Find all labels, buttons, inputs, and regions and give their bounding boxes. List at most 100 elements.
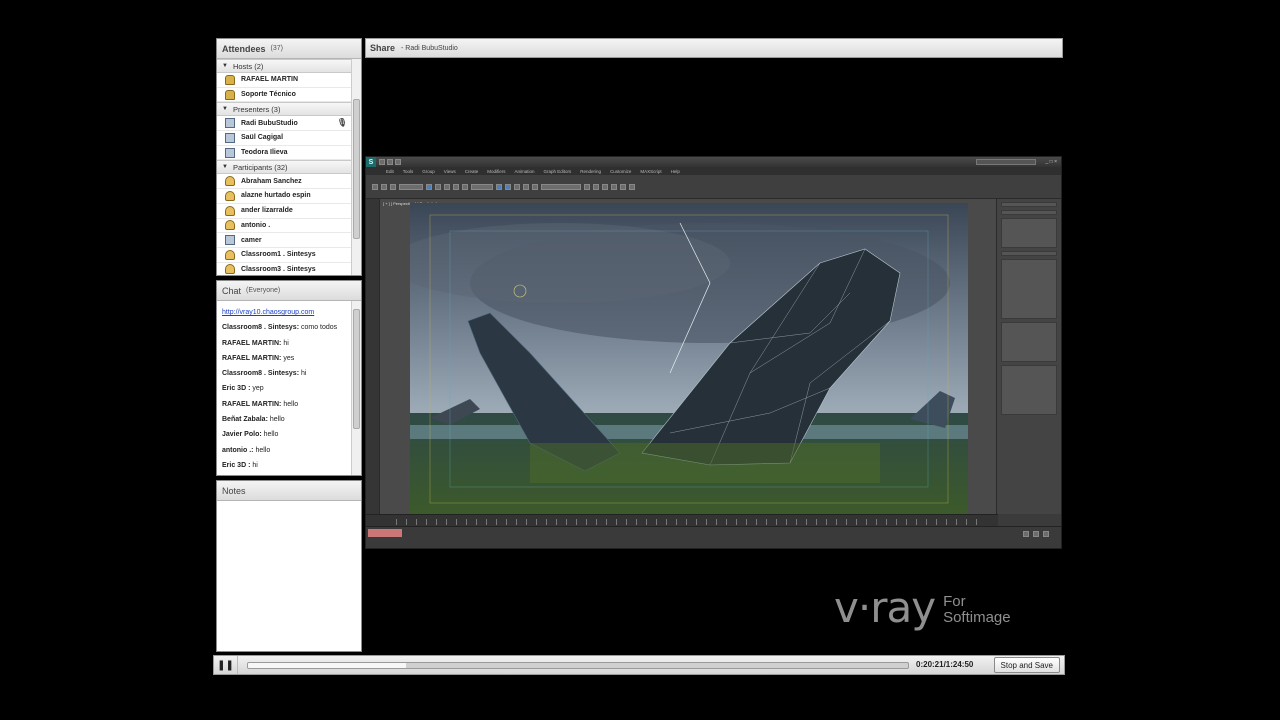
attendee-item[interactable]: Classroom3 . Sintesys: [217, 263, 351, 275]
quick-access-icon[interactable]: [395, 159, 401, 165]
collapse-triangle-icon[interactable]: ▼: [222, 63, 228, 69]
vray-brand: v·ray: [834, 583, 936, 632]
select-region-icon[interactable]: [435, 183, 441, 190]
parameters-rollout[interactable]: [1001, 259, 1057, 319]
chat-scrollbar[interactable]: [351, 301, 361, 475]
scrollbar-thumb[interactable]: [353, 99, 360, 239]
chat-message: RAFAEL MARTIN: hello: [222, 397, 346, 412]
notes-area[interactable]: [217, 501, 361, 651]
move-icon[interactable]: [444, 183, 450, 190]
teapot-icon[interactable]: [629, 183, 635, 190]
rotate-icon[interactable]: [453, 183, 459, 190]
select-icon[interactable]: [426, 183, 432, 190]
mirror-icon[interactable]: [523, 183, 529, 190]
render-frame-icon[interactable]: [602, 183, 608, 190]
chat-scope[interactable]: (Everyone): [246, 287, 280, 294]
quick-access-icon[interactable]: [379, 159, 385, 165]
vray-tagline-line1: For: [943, 593, 966, 611]
menu-item[interactable]: Views: [444, 169, 456, 174]
render-setup-icon[interactable]: [593, 183, 599, 190]
attendee-item[interactable]: Classroom1 . Sintesys: [217, 248, 351, 263]
menu-item[interactable]: Edit: [386, 169, 394, 174]
attendee-item[interactable]: Teodora Ilieva: [217, 146, 351, 161]
pause-button[interactable]: ❚❚: [214, 656, 238, 674]
attendee-name: Saül Cagigal: [241, 134, 284, 142]
attendees-scrollbar[interactable]: [351, 59, 361, 275]
host-icon: [225, 89, 235, 100]
notes-header: Notes: [217, 481, 361, 501]
reference-coordinate-dropdown[interactable]: [471, 183, 493, 190]
attendee-item[interactable]: ander lizarralde: [217, 204, 351, 219]
chat-sender: Eric 3D :: [222, 461, 251, 469]
selection-filter-dropdown[interactable]: [399, 183, 423, 190]
align-icon[interactable]: [532, 183, 538, 190]
cp-object-name[interactable]: [1001, 210, 1057, 215]
redo-icon[interactable]: [381, 183, 387, 190]
quick-access-icon[interactable]: [387, 159, 393, 165]
menu-item[interactable]: Tools: [403, 169, 414, 174]
collapse-triangle-icon[interactable]: ▼: [222, 164, 228, 170]
angle-snap-icon[interactable]: [505, 183, 511, 190]
menu-item[interactable]: Group: [422, 169, 435, 174]
parameters-rollout[interactable]: [1001, 365, 1057, 415]
attendee-item[interactable]: Abraham Sanchez: [217, 174, 351, 190]
material-editor-icon[interactable]: [584, 183, 590, 190]
chat-link[interactable]: http://vray10.chaosgroup.com: [222, 309, 314, 316]
attendee-name: alazne hurtado espin: [241, 192, 311, 200]
chat-text: yes: [281, 354, 295, 362]
playback-bar: ❚❚ 0:20:21/1:24:50 Stop and Save: [213, 655, 1065, 675]
cp-stack-tools[interactable]: [1001, 251, 1057, 256]
app-logo-icon[interactable]: S: [366, 157, 376, 167]
presenter-icon: [225, 118, 235, 129]
viewport-nav-icon[interactable]: [1023, 531, 1029, 537]
shared-screen-3dsmax: S _ □ × Edit Tools Group Views Create Mo…: [365, 156, 1062, 549]
menu-item[interactable]: MAXScript: [640, 169, 661, 174]
maxscript-listener[interactable]: [368, 529, 402, 537]
menu-item[interactable]: Customize: [610, 169, 631, 174]
playback-progress[interactable]: [247, 662, 909, 669]
modifier-stack[interactable]: [1001, 218, 1057, 248]
snap-icon[interactable]: [496, 183, 502, 190]
notes-panel: Notes: [216, 480, 362, 652]
time-slider[interactable]: [366, 514, 998, 526]
undo-icon[interactable]: [372, 183, 378, 190]
attendee-item[interactable]: Radi BubuStudio 🎙: [217, 116, 351, 132]
parameters-rollout[interactable]: [1001, 322, 1057, 362]
attendee-item[interactable]: antonio .: [217, 219, 351, 234]
group-participants[interactable]: ▼ Participants (32): [217, 160, 351, 175]
percent-snap-icon[interactable]: [514, 183, 520, 190]
attendee-item[interactable]: camer: [217, 233, 351, 248]
vray-tagline: For Softimage: [943, 594, 1011, 626]
menu-item[interactable]: Modifiers: [487, 169, 505, 174]
teapot-icon[interactable]: [620, 183, 626, 190]
viewport-nav-icon[interactable]: [1033, 531, 1039, 537]
viewport-nav-icon[interactable]: [1043, 531, 1049, 537]
attendee-item[interactable]: RAFAEL MARTIN: [217, 73, 351, 88]
menu-item[interactable]: Animation: [515, 169, 535, 174]
scrollbar-thumb[interactable]: [353, 309, 360, 429]
menu-item[interactable]: Rendering: [580, 169, 601, 174]
window-controls-icon[interactable]: _ □ ×: [1046, 159, 1058, 165]
max-main-toolbar: [366, 175, 1061, 199]
attendee-item[interactable]: alazne hurtado espin: [217, 189, 351, 204]
cp-tabs[interactable]: [1001, 202, 1057, 207]
search-field[interactable]: [975, 159, 1036, 165]
link-icon[interactable]: [390, 183, 396, 190]
scale-icon[interactable]: [462, 183, 468, 190]
menu-item[interactable]: Help: [671, 169, 680, 174]
attendees-title: Attendees: [222, 43, 266, 54]
group-presenters[interactable]: ▼ Presenters (3): [217, 102, 351, 117]
render-icon[interactable]: [611, 183, 617, 190]
perspective-viewport[interactable]: [ + ] [ Perspective ] [ Realistic ]: [380, 199, 998, 514]
attendee-item[interactable]: Saül Cagigal: [217, 131, 351, 146]
collapse-triangle-icon[interactable]: ▼: [222, 106, 228, 112]
menu-item[interactable]: Graph Editors: [544, 169, 572, 174]
attendee-name: Teodora Ilieva: [241, 149, 288, 157]
group-hosts[interactable]: ▼ Hosts (2): [217, 59, 351, 73]
pause-icon: ❚❚: [217, 659, 234, 671]
attendee-item[interactable]: Soporte Técnico: [217, 88, 351, 103]
stop-and-save-button[interactable]: Stop and Save: [993, 657, 1060, 673]
attendee-name: camer: [241, 236, 262, 244]
menu-item[interactable]: Create: [465, 169, 479, 174]
named-selection-dropdown[interactable]: [541, 183, 581, 190]
